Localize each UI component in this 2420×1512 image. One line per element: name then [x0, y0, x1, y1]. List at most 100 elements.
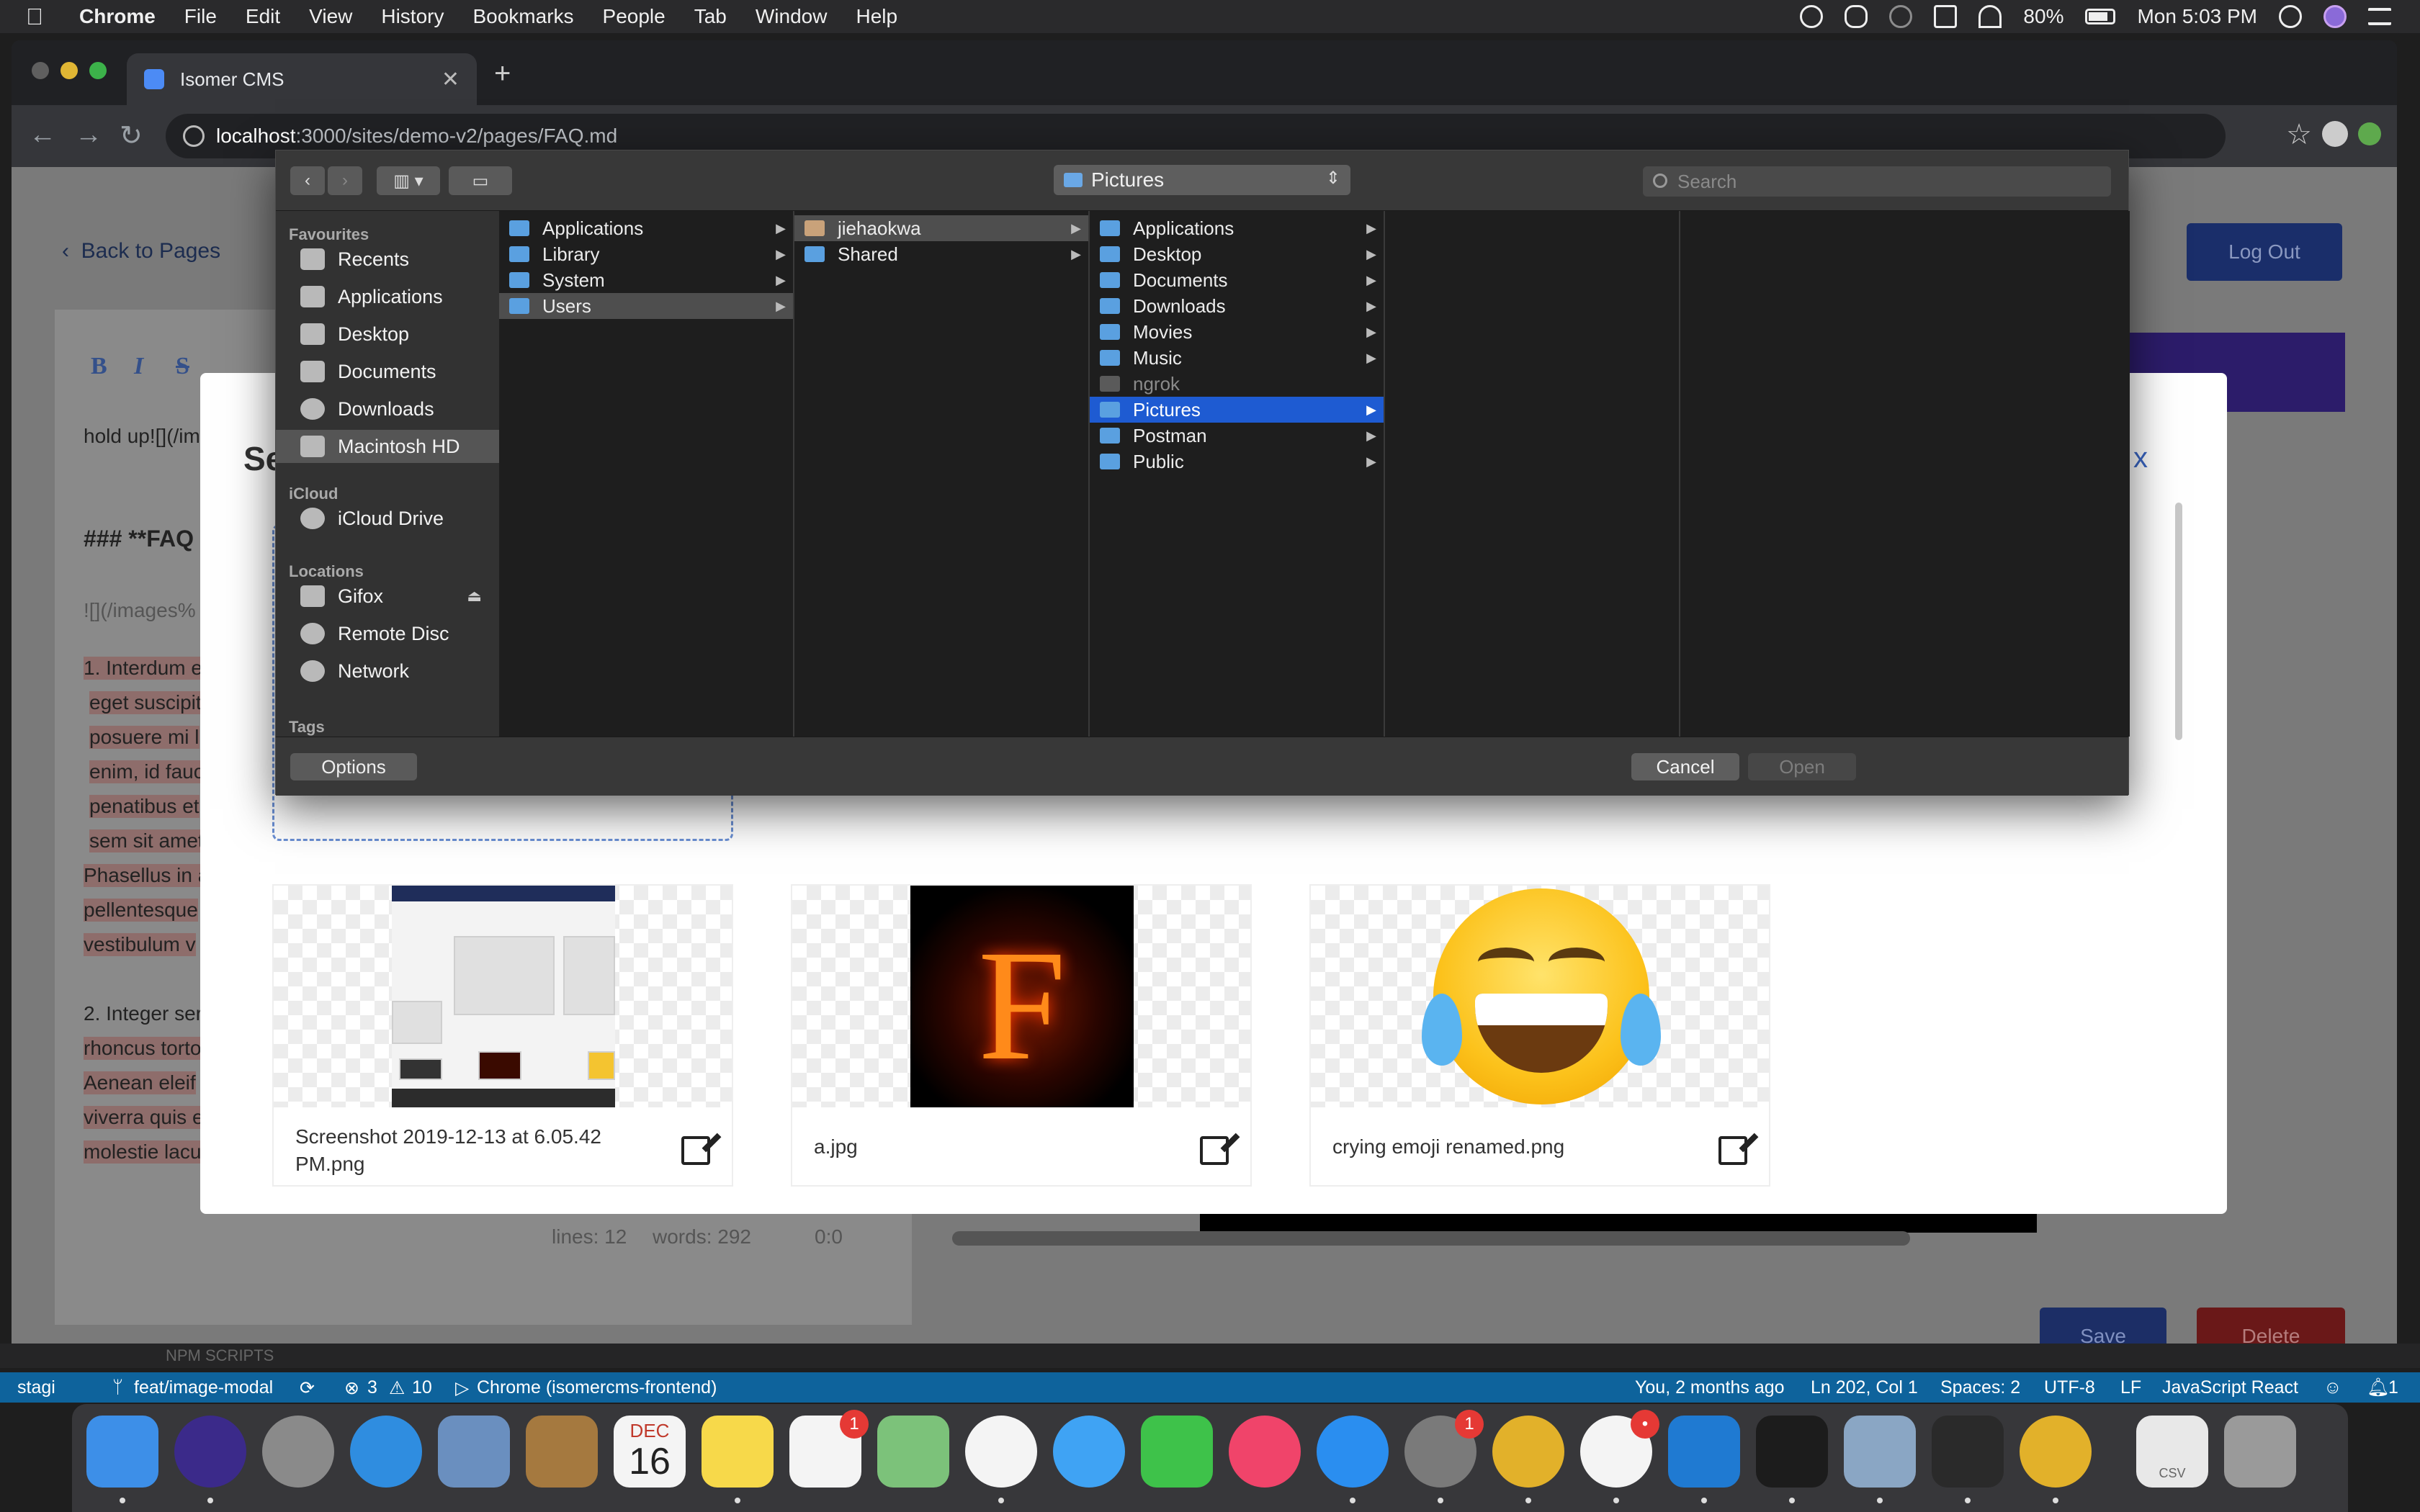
bold-button[interactable]: B	[91, 353, 107, 380]
column-item[interactable]: Applications ▶	[1090, 215, 1384, 241]
app-store-icon[interactable]	[1317, 1416, 1389, 1503]
menu-help[interactable]: Help	[856, 5, 897, 28]
activity-monitor-icon[interactable]	[1932, 1416, 2004, 1503]
calendar-icon[interactable]: DEC 16	[614, 1416, 686, 1488]
battery-icon[interactable]	[2085, 9, 2116, 24]
open-button[interactable]: Open	[1748, 753, 1856, 780]
safari-icon[interactable]	[350, 1416, 422, 1488]
sync-icon[interactable]: ⟳	[300, 1377, 315, 1399]
messages-icon[interactable]	[1053, 1416, 1125, 1488]
menu-people[interactable]: People	[603, 5, 666, 28]
strikethrough-button[interactable]: S	[176, 353, 189, 380]
image-capture-icon[interactable]	[1844, 1416, 1916, 1503]
cursor-position[interactable]: Ln 202, Col 1	[1811, 1377, 1918, 1398]
line-ending[interactable]: LF	[2120, 1377, 2141, 1398]
system-preferences-icon[interactable]: 1	[1404, 1410, 1484, 1503]
tab-isomer-cms[interactable]: Isomer CMS ✕	[127, 53, 477, 105]
indentation[interactable]: Spaces: 2	[1940, 1377, 2020, 1398]
sidebar-item-gifox[interactable]: Gifox ⏏	[276, 580, 499, 613]
reload-icon[interactable]: ↻	[120, 120, 143, 152]
dialog-back-button[interactable]: ‹	[290, 166, 325, 195]
zoom-window-button[interactable]	[89, 62, 107, 79]
downloads-stack-icon[interactable]: CSV	[2136, 1416, 2208, 1488]
slack-icon[interactable]: •	[1580, 1410, 1659, 1503]
edit-image-icon[interactable]	[1200, 1136, 1229, 1165]
trash-icon[interactable]	[2224, 1416, 2296, 1488]
notes-icon[interactable]	[702, 1416, 774, 1503]
column-item[interactable]: Shared ▶	[794, 241, 1088, 267]
menu-window[interactable]: Window	[756, 5, 828, 28]
onepassword-icon[interactable]	[1800, 5, 1824, 28]
airplay-icon[interactable]	[1934, 5, 1958, 28]
bookmark-star-icon[interactable]: ☆	[2286, 118, 2312, 151]
bell-icon[interactable]: 🔔︎	[2367, 1377, 2390, 1398]
wifi-icon[interactable]	[1978, 5, 2002, 28]
modal-close-icon[interactable]: x	[2133, 442, 2148, 474]
reminders-icon[interactable]: 1	[789, 1410, 869, 1488]
branch-partial[interactable]: stagi	[17, 1377, 55, 1398]
column-item-selected[interactable]: Users ▶	[499, 293, 793, 319]
notification-count[interactable]: 1	[2388, 1377, 2398, 1398]
glasses-icon[interactable]	[1845, 5, 1868, 28]
dialog-search-input[interactable]: Search	[1643, 166, 2111, 197]
chrome-icon[interactable]	[1492, 1416, 1564, 1503]
menu-history[interactable]: History	[381, 5, 444, 28]
feedback-smiley-icon[interactable]: ☺	[2323, 1377, 2342, 1398]
forward-arrow-icon[interactable]: →	[75, 120, 102, 150]
menu-view[interactable]: View	[309, 5, 352, 28]
image-card-screenshot[interactable]: Screenshot 2019-12-13 at 6.05.42 PM.png	[272, 884, 733, 1187]
column-item-selected[interactable]: Pictures ▶	[1090, 397, 1384, 423]
music-icon[interactable]	[1229, 1416, 1301, 1488]
column-item[interactable]: Applications ▶	[499, 215, 793, 241]
error-count[interactable]: 3	[367, 1377, 377, 1398]
dialog-forward-button[interactable]: ›	[328, 166, 362, 195]
cancel-button[interactable]: Cancel	[1631, 753, 1739, 780]
preview-bird-icon[interactable]	[438, 1416, 510, 1488]
chrome-canary-icon[interactable]	[2020, 1416, 2092, 1503]
column-item[interactable]: Postman ▶	[1090, 423, 1384, 449]
gauge-icon[interactable]	[1889, 5, 1913, 28]
menu-tab[interactable]: Tab	[694, 5, 727, 28]
column-item[interactable]: Desktop ▶	[1090, 241, 1384, 267]
terminal-icon[interactable]	[1756, 1416, 1828, 1503]
contacts-icon[interactable]	[526, 1416, 598, 1488]
new-tab-icon[interactable]: +	[494, 58, 511, 90]
column-item[interactable]: Music ▶	[1090, 345, 1384, 371]
new-folder-icon[interactable]: ▭	[449, 166, 512, 195]
edit-image-icon[interactable]	[681, 1136, 710, 1165]
sidebar-item-remote-disc[interactable]: Remote Disc	[276, 617, 499, 650]
warning-count[interactable]: 10	[412, 1377, 432, 1398]
facetime-icon[interactable]	[1141, 1416, 1213, 1488]
options-button[interactable]: Options	[290, 753, 417, 780]
sidebar-item-recents[interactable]: Recents	[276, 243, 499, 276]
image-card-crying-emoji[interactable]: crying emoji renamed.png	[1309, 884, 1770, 1187]
spotlight-icon[interactable]	[2279, 5, 2302, 28]
git-branch[interactable]: feat/image-modal	[134, 1377, 273, 1398]
menu-file[interactable]: File	[184, 5, 217, 28]
image-card-a-jpg[interactable]: F a.jpg	[791, 884, 1252, 1187]
encoding[interactable]: UTF-8	[2044, 1377, 2095, 1398]
column-item[interactable]: Library ▶	[499, 241, 793, 267]
back-arrow-icon[interactable]: ←	[29, 120, 56, 150]
close-window-button[interactable]	[32, 62, 49, 79]
sidebar-item-desktop[interactable]: Desktop	[276, 318, 499, 351]
siri-icon[interactable]	[174, 1416, 246, 1503]
eject-icon[interactable]: ⏏	[467, 587, 482, 606]
maps-icon[interactable]	[877, 1416, 949, 1488]
horizontal-scrollbar[interactable]	[952, 1231, 1910, 1246]
edit-image-icon[interactable]	[1718, 1136, 1747, 1165]
notification-center-icon[interactable]	[2368, 8, 2391, 25]
sidebar-item-macintosh-hd[interactable]: Macintosh HD	[276, 430, 499, 463]
sidebar-item-network[interactable]: Network	[276, 654, 499, 688]
logout-button[interactable]: Log Out	[2187, 223, 2342, 281]
vscode-icon[interactable]	[1668, 1416, 1740, 1503]
sidebar-item-downloads[interactable]: Downloads	[276, 392, 499, 426]
column-item[interactable]: Documents ▶	[1090, 267, 1384, 293]
minimize-window-button[interactable]	[60, 62, 78, 79]
npm-scripts-label[interactable]: NPM SCRIPTS	[166, 1346, 274, 1365]
apple-menu-icon[interactable]: 	[26, 4, 58, 30]
extension-icon[interactable]	[2358, 122, 2381, 145]
back-to-pages-link[interactable]: ‹ Back to Pages	[62, 239, 220, 264]
sidebar-item-documents[interactable]: Documents	[276, 355, 499, 388]
menu-bookmarks[interactable]: Bookmarks	[472, 5, 573, 28]
